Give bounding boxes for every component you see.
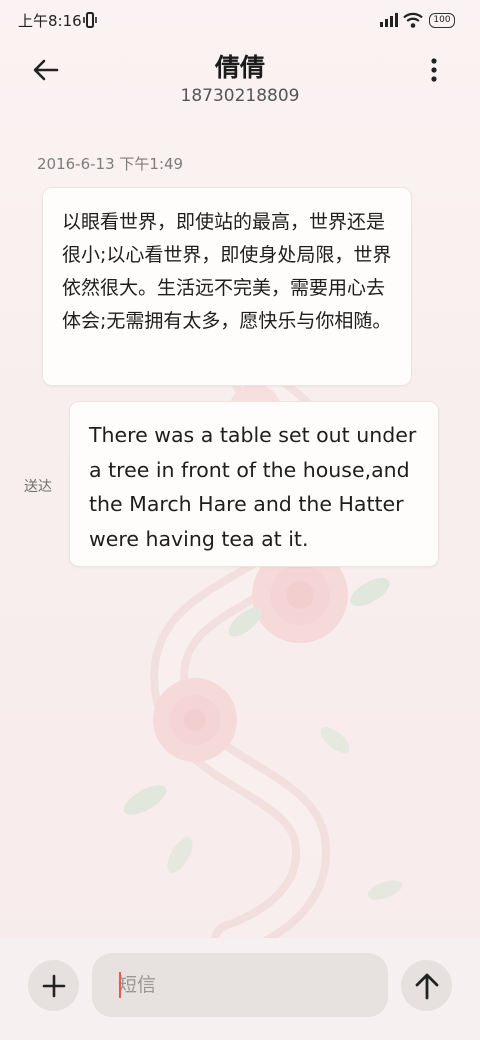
more-vertical-icon <box>431 58 437 82</box>
contact-name: 倩倩 <box>214 53 265 82</box>
sent-message-bubble[interactable]: There was a table set out under a tree i… <box>69 401 439 567</box>
wifi-icon <box>403 12 423 28</box>
signal-icon <box>380 13 398 27</box>
arrow-up-icon <box>415 973 438 999</box>
status-bar: 上午8:16 100 <box>0 0 480 40</box>
message-input[interactable] <box>92 953 388 1017</box>
status-time: 上午8:16 <box>18 12 82 30</box>
message-timestamp: 2016-6-13 下午1:49 <box>37 155 184 173</box>
battery-icon: 100 <box>429 13 455 28</box>
text-cursor <box>119 972 121 998</box>
add-attachment-button[interactable] <box>28 960 79 1011</box>
more-options-button[interactable] <box>416 52 452 88</box>
message-text: There was a table set out under a tree i… <box>89 423 417 551</box>
contact-phone-number: 18730218809 <box>180 86 300 106</box>
delivery-status: 送达 <box>24 479 52 495</box>
plus-icon <box>42 974 65 997</box>
vibrate-icon <box>83 12 97 28</box>
received-message-bubble[interactable]: 以眼看世界，即使站的最高，世界还是很小;以心看世界，即使身处局限，世界依然很大。… <box>42 187 412 386</box>
message-text: 以眼看世界，即使站的最高，世界还是很小;以心看世界，即使身处局限，世界依然很大。… <box>62 211 392 332</box>
send-button[interactable] <box>401 960 452 1011</box>
